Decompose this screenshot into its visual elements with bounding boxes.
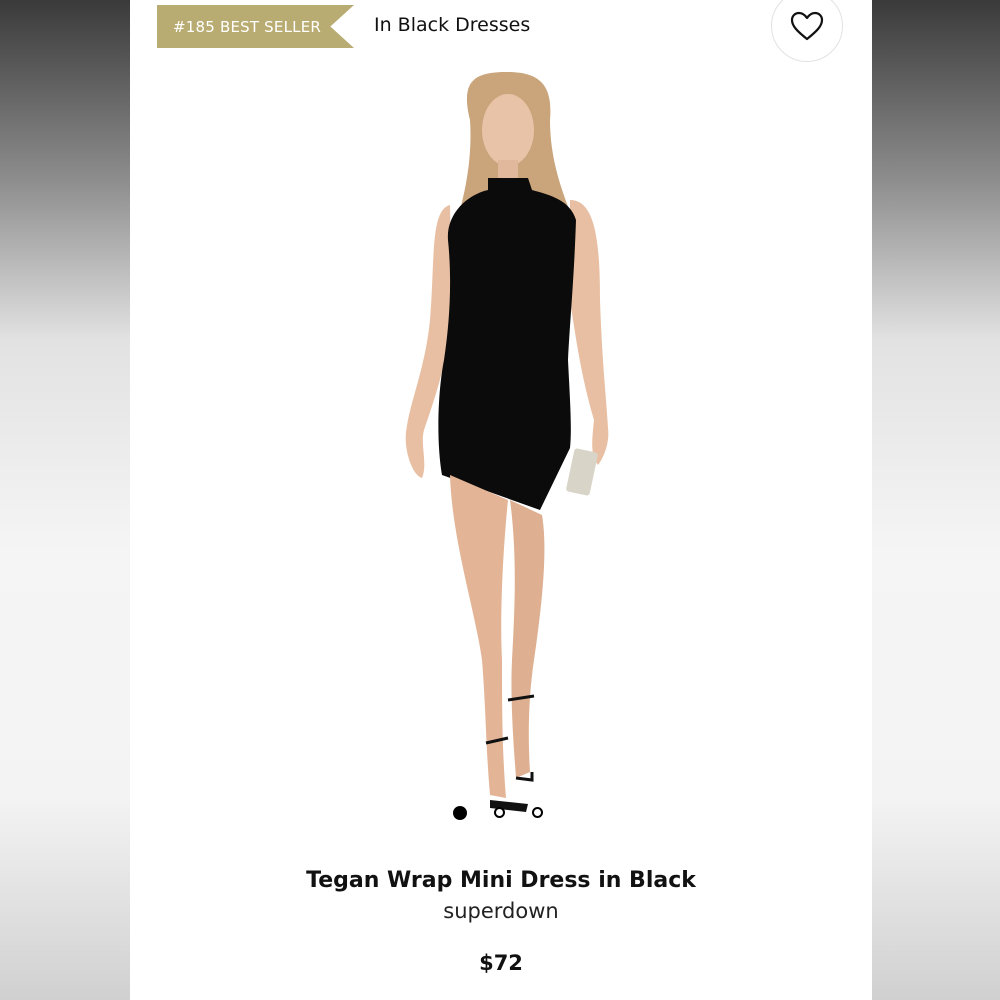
carousel-indicators [453, 806, 543, 820]
product-brand[interactable]: superdown [130, 899, 872, 923]
favorite-button[interactable] [771, 0, 843, 62]
carousel-dot-2[interactable] [494, 807, 505, 818]
model-photo [405, 72, 609, 812]
best-seller-label: #185 BEST SELLER [173, 17, 321, 36]
carousel-dot-1[interactable] [453, 806, 467, 820]
carousel-dot-3[interactable] [532, 807, 543, 818]
category-link[interactable]: In Black Dresses [374, 14, 530, 36]
product-card: #185 BEST SELLER In Black Dresses Tegan … [130, 0, 872, 1000]
product-image[interactable] [130, 60, 872, 830]
product-title[interactable]: Tegan Wrap Mini Dress in Black [130, 868, 872, 893]
product-price: $72 [479, 951, 523, 975]
best-seller-badge: #185 BEST SELLER [157, 5, 354, 48]
heart-outline-icon [790, 11, 824, 41]
